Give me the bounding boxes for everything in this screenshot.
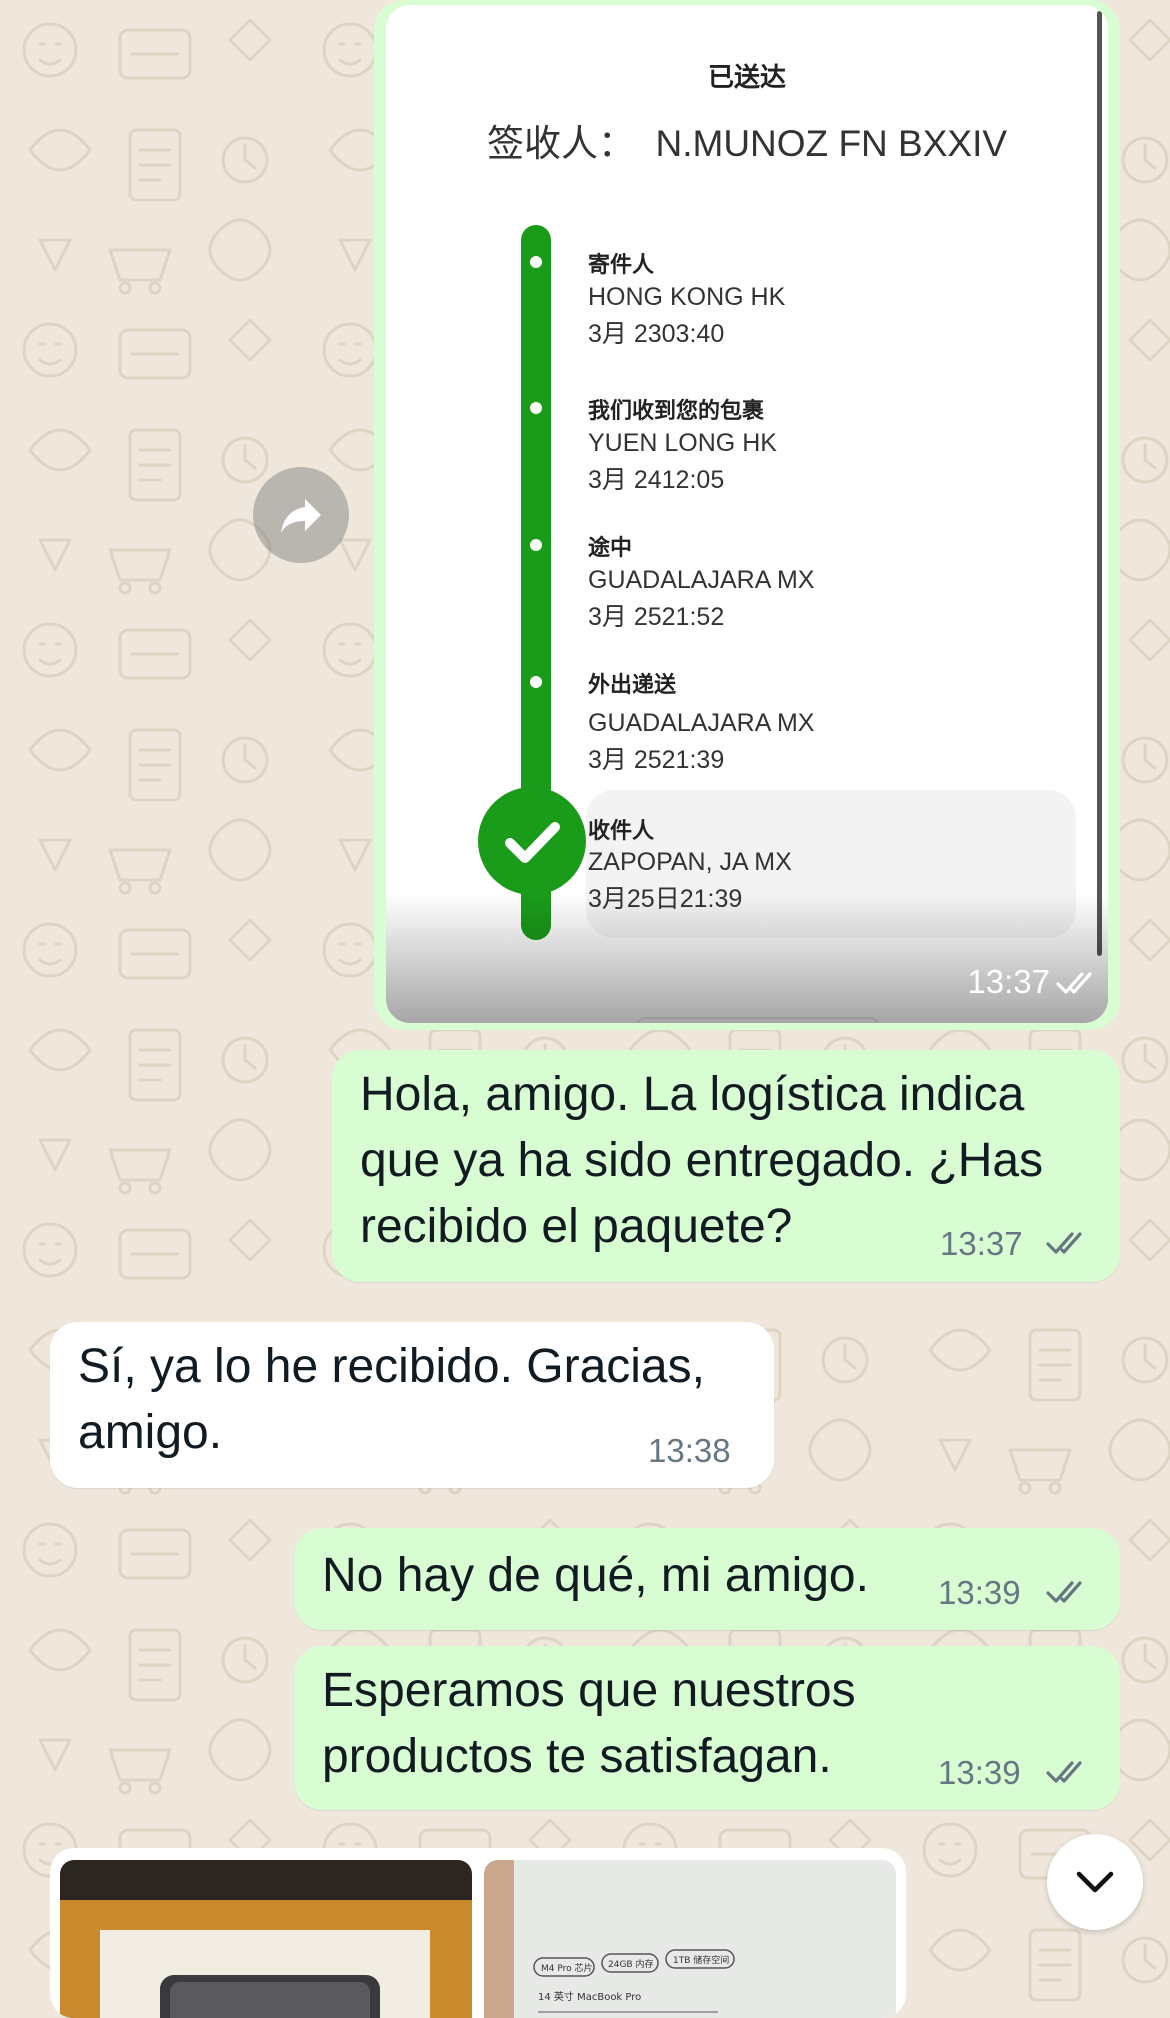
event-datetime: 3月 2412:05 (588, 466, 725, 494)
receipt-photo: M4 Pro 芯片 24GB 内存 1TB 储存空间 14 英寸 MacBook… (484, 1860, 896, 2018)
forward-icon (281, 499, 321, 533)
incoming-message[interactable]: Sí, ya lo he recibido. Gracias, amigo. 1… (50, 1322, 774, 1488)
message-time: 13:37 (940, 1225, 1023, 1262)
scroll-to-bottom-button[interactable] (1047, 1834, 1143, 1930)
event-location: ZAPOPAN, JA MX (588, 848, 792, 876)
message-line: productos te satisfagan. (322, 1730, 832, 1783)
outgoing-message[interactable]: Hola, amigo. La logística indica que ya … (332, 1050, 1120, 1282)
spec-tag: 24GB 内存 (608, 1958, 653, 1970)
delivery-status-title: 已送达 (707, 62, 786, 92)
event-location: GUADALAJARA MX (588, 566, 815, 594)
spec-tag: 1TB 储存空间 (673, 1954, 729, 1966)
sheet-handle (636, 1017, 880, 1023)
message-line: Esperamos que nuestros (322, 1664, 856, 1717)
signer-label: 签收人： (486, 123, 635, 164)
timeline-dot (530, 256, 542, 268)
message-text: Esperamos que nuestros productos te sati… (322, 1658, 856, 1790)
timeline-dot (530, 539, 542, 551)
timestamp-shade (386, 893, 1108, 1023)
product-caption: 14 英寸 MacBook Pro (538, 1990, 641, 2003)
event-datetime: 3月 2521:39 (588, 746, 725, 774)
event-status: 途中 (588, 535, 633, 560)
tracking-image-message[interactable]: 已送达 签收人： N.MUNOZ FN BXXIV 寄件人 HONG KONG … (374, 0, 1120, 1030)
event-status: 我们收到您的包裹 (588, 398, 765, 423)
event-datetime: 3月 2521:52 (588, 603, 725, 631)
outgoing-message[interactable]: Esperamos que nuestros productos te sati… (294, 1646, 1120, 1810)
spec-tag: M4 Pro 芯片 (541, 1962, 593, 1974)
chevron-down-icon (1076, 1871, 1114, 1893)
event-location: HONG KONG HK (588, 283, 786, 311)
photo-album-message[interactable]: M4 Pro 芯片 24GB 内存 1TB 储存空间 14 英寸 MacBook… (50, 1848, 906, 2018)
photo-thumbnail[interactable]: M4 Pro 芯片 24GB 内存 1TB 储存空间 14 英寸 MacBook… (484, 1860, 896, 2018)
double-check-icon (1046, 1581, 1082, 1603)
event-location: GUADALAJARA MX (588, 709, 815, 737)
signer-line: 签收人： N.MUNOZ FN BXXIV (386, 113, 1108, 167)
event-location: YUEN LONG HK (588, 429, 777, 457)
message-line: que ya ha sido entregado. ¿Has (360, 1134, 1044, 1187)
event-datetime: 3月 2303:40 (588, 320, 725, 348)
message-time: 13:39 (938, 1754, 1021, 1791)
message-time: 13:37 (967, 963, 1050, 1000)
tracking-screenshot: 已送达 签收人： N.MUNOZ FN BXXIV 寄件人 HONG KONG … (386, 5, 1108, 1023)
message-text: No hay de qué, mi amigo. (322, 1543, 869, 1609)
message-line: No hay de qué, mi amigo. (322, 1549, 869, 1602)
message-time: 13:39 (938, 1574, 1021, 1611)
event-status: 收件人 (588, 818, 655, 843)
message-line: Sí, ya lo he recibido. Gracias, (78, 1340, 705, 1393)
event-status: 外出递送 (588, 672, 677, 697)
double-check-icon (1056, 972, 1092, 994)
message-line: Hola, amigo. La logística indica (360, 1068, 1025, 1121)
timeline-dot (530, 676, 542, 688)
photo-thumbnail[interactable] (60, 1860, 472, 2018)
outgoing-message[interactable]: No hay de qué, mi amigo. 13:39 (294, 1528, 1120, 1630)
forward-button[interactable] (253, 467, 349, 563)
signer-name: N.MUNOZ FN BXXIV (655, 123, 1008, 164)
message-text: Sí, ya lo he recibido. Gracias, amigo. (78, 1334, 705, 1466)
laptop-box-photo (60, 1860, 472, 2018)
message-line: amigo. (78, 1406, 223, 1459)
message-time: 13:38 (648, 1432, 731, 1469)
delivered-check-icon (478, 787, 586, 895)
double-check-icon (1046, 1761, 1082, 1783)
timeline-dot (530, 402, 542, 414)
double-check-icon (1046, 1232, 1082, 1254)
event-status: 寄件人 (588, 252, 655, 277)
